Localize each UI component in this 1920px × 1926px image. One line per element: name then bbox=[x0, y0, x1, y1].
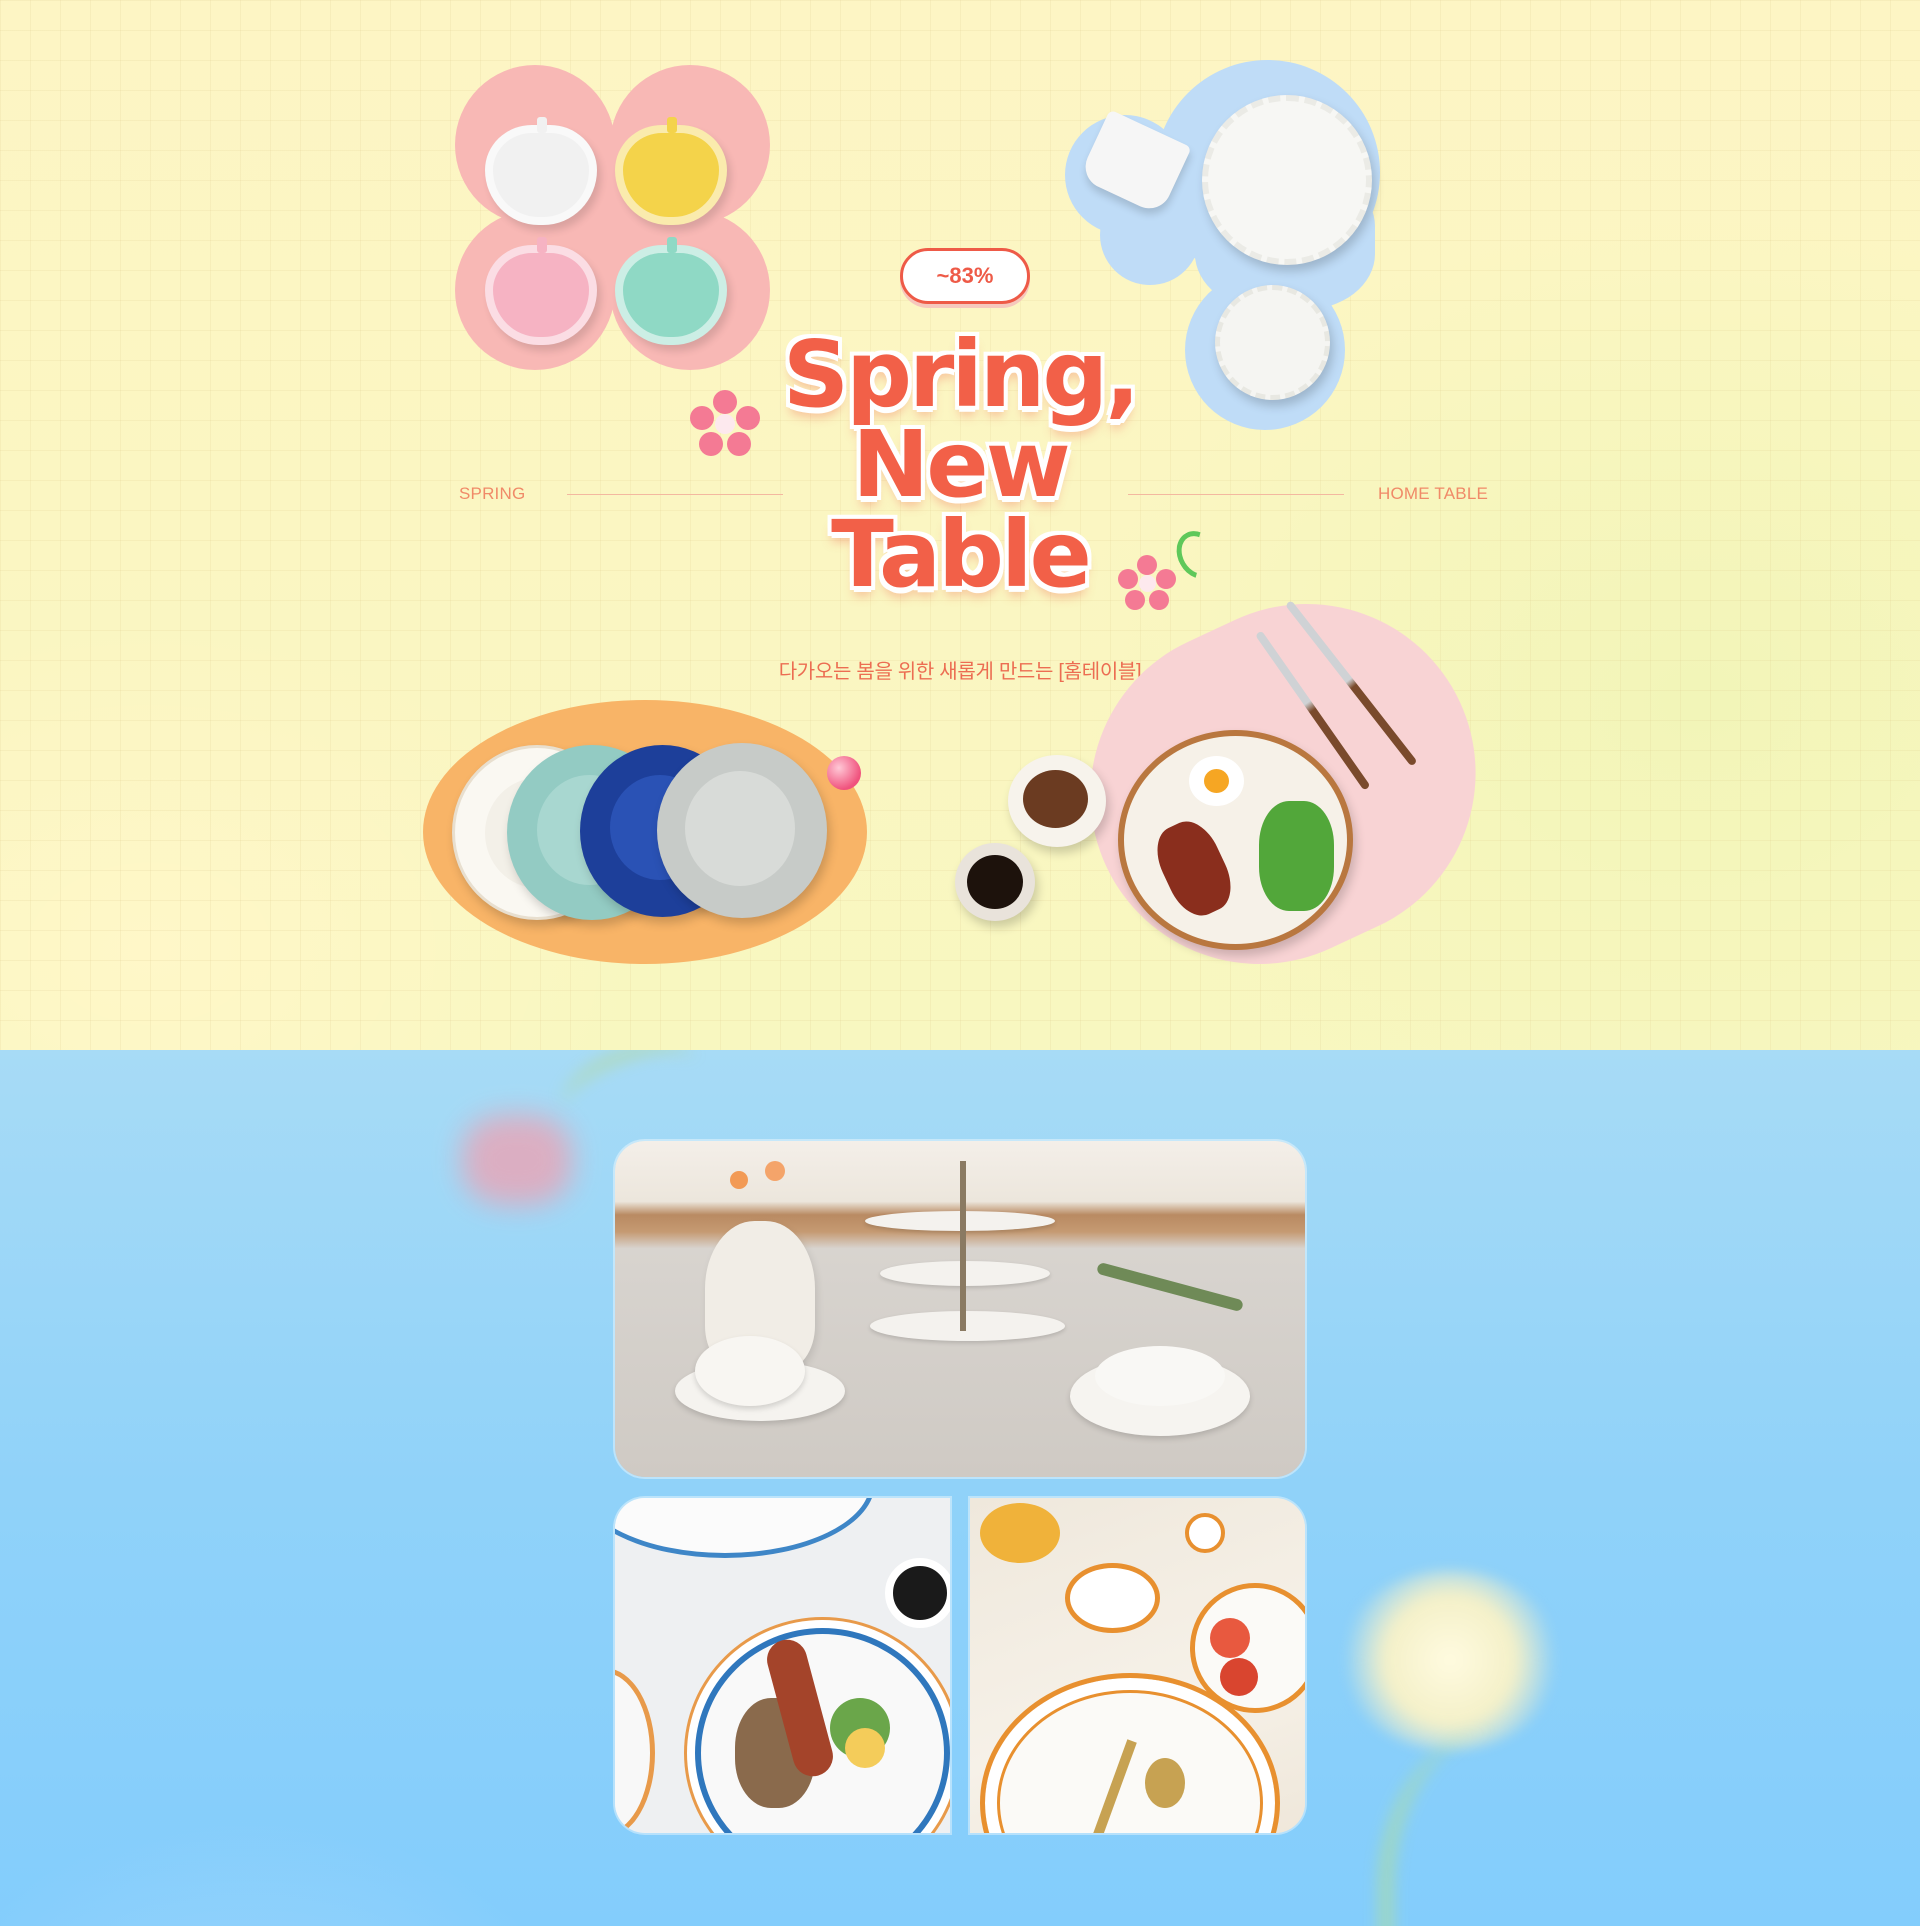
divider-line bbox=[567, 494, 783, 495]
coffee-cup-icon bbox=[955, 843, 1035, 921]
blur-apple-decor bbox=[462, 1115, 572, 1205]
apple-dish-group bbox=[455, 65, 770, 370]
plate-icon bbox=[657, 743, 827, 918]
plate-icon bbox=[1202, 95, 1372, 265]
decor-ball bbox=[827, 756, 861, 790]
flower-icon bbox=[690, 390, 760, 460]
blur-flower-decor bbox=[1340, 1570, 1560, 1750]
discount-badge: ~83% bbox=[900, 248, 1030, 304]
orange-rim-photo[interactable] bbox=[970, 1498, 1305, 1833]
breakfast-photo[interactable] bbox=[615, 1498, 950, 1833]
blur-flower-stem-decor bbox=[1380, 1730, 1580, 1926]
lookbook-section bbox=[0, 1050, 1920, 1926]
breakfast-plate bbox=[1118, 730, 1353, 950]
title-line-2: New bbox=[852, 411, 1070, 519]
blur-stem-decor bbox=[552, 1050, 708, 1142]
bowl-icon bbox=[1008, 755, 1106, 847]
home-table-label: HOME TABLE bbox=[1378, 484, 1489, 503]
divider-line bbox=[1128, 494, 1344, 495]
title-line-1: Spring, bbox=[782, 321, 1140, 428]
tea-table-photo[interactable] bbox=[615, 1141, 1305, 1477]
hero-title: Spring, New Table bbox=[760, 321, 1160, 609]
plate-icon bbox=[1215, 285, 1330, 400]
spring-label: SPRING bbox=[459, 484, 526, 503]
hero-banner: ~83% SPRING HOME TABLE Spring, New Table… bbox=[0, 0, 1920, 1050]
title-line-3: Table bbox=[831, 501, 1092, 609]
